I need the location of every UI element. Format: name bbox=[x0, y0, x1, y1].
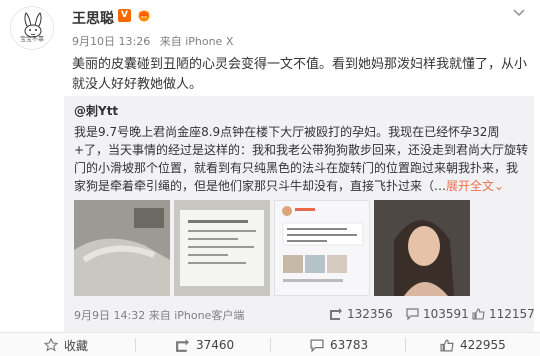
username[interactable]: 王思聪 bbox=[72, 8, 114, 28]
post-source: 来自 iPhone X bbox=[159, 35, 234, 48]
repost-image-1[interactable] bbox=[74, 200, 170, 296]
image-portrait bbox=[374, 200, 470, 296]
share-icon bbox=[176, 338, 189, 352]
expand-label: 展开全文 bbox=[446, 179, 495, 193]
image-medical-document bbox=[174, 200, 270, 296]
repost-button[interactable]: 37460 bbox=[175, 337, 234, 353]
image-hospital-bed bbox=[74, 200, 170, 296]
favorite-label: 收藏 bbox=[64, 338, 89, 353]
comment-icon bbox=[406, 308, 419, 320]
repost-button-count: 37460 bbox=[196, 338, 235, 352]
comment-icon bbox=[310, 338, 324, 352]
divider bbox=[270, 338, 271, 352]
comment-button-count: 63783 bbox=[330, 338, 369, 352]
divider bbox=[405, 338, 406, 352]
repost-count[interactable]: 132356 bbox=[329, 306, 393, 322]
post-header: 宝宝不靠 王思聪 V 9月10日 13:26 来自 iPhone X bbox=[0, 0, 540, 60]
repost-source: 来自 iPhone客户端 bbox=[148, 309, 245, 322]
vip-crown-icon[interactable] bbox=[136, 8, 152, 22]
expand-arrow: ⌄ bbox=[494, 179, 505, 193]
avatar[interactable]: 宝宝不靠 bbox=[10, 6, 54, 50]
favorite-button[interactable]: 收藏 bbox=[44, 337, 88, 353]
avatar-caption: 宝宝不靠 bbox=[19, 36, 44, 43]
repost-count-value: 132356 bbox=[347, 307, 393, 321]
repost-image-3[interactable] bbox=[274, 200, 370, 296]
like-button-count: 422955 bbox=[460, 338, 506, 352]
comment-count[interactable]: 103591 bbox=[406, 306, 469, 322]
repost-card: @刺Ytt 我是9.7号晚上君尚金座8.9点钟在楼下大厅被殴打的孕妇。我现在已经… bbox=[64, 96, 535, 334]
chevron-down-icon[interactable] bbox=[512, 8, 526, 18]
repost-date[interactable]: 9月9日 14:32 bbox=[74, 309, 145, 322]
like-button[interactable]: 422955 bbox=[440, 337, 506, 353]
action-bar: 收藏 37460 63783 422955 bbox=[0, 332, 540, 356]
repost-text: 我是9.7号晚上君尚金座8.9点钟在楼下大厅被殴打的孕妇。我现在已经怀孕32周+… bbox=[74, 123, 529, 195]
divider bbox=[135, 338, 136, 352]
thumbs-up-icon bbox=[472, 308, 485, 320]
share-icon bbox=[330, 308, 342, 320]
repost-footer: 9月9日 14:32 来自 iPhone客户端 132356 103591 11… bbox=[74, 304, 535, 324]
repost-image-2[interactable] bbox=[174, 200, 270, 296]
comment-button[interactable]: 63783 bbox=[310, 337, 368, 353]
repost-username[interactable]: @刺Ytt bbox=[74, 102, 118, 119]
repost-meta: 9月9日 14:32 来自 iPhone客户端 bbox=[74, 307, 244, 323]
verified-v-icon: V bbox=[118, 9, 131, 22]
thumbs-up-icon bbox=[440, 339, 454, 351]
image-chat-screenshot bbox=[275, 201, 369, 295]
comment-count-value: 103591 bbox=[423, 307, 469, 321]
repost-image-4[interactable] bbox=[374, 200, 470, 296]
expand-full-text-link[interactable]: 展开全文⌄ bbox=[446, 179, 504, 193]
like-count-value: 112157 bbox=[489, 307, 535, 321]
post-date[interactable]: 9月10日 13:26 bbox=[72, 35, 150, 48]
like-count[interactable]: 112157 bbox=[472, 306, 535, 322]
post-text: 美丽的皮囊碰到丑陋的心灵会变得一文不值。看到她妈那泼妇样我就懂了，从小就没人好好… bbox=[72, 57, 528, 92]
star-icon bbox=[44, 338, 58, 352]
rabbit-avatar-icon bbox=[24, 12, 42, 38]
post-meta: 9月10日 13:26 来自 iPhone X bbox=[72, 33, 239, 49]
